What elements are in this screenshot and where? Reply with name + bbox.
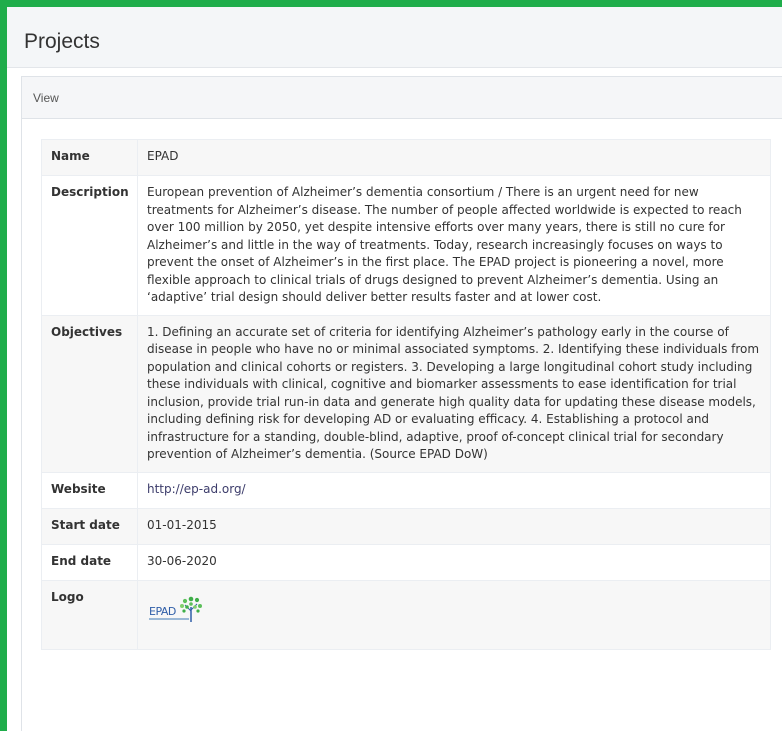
page-title: Projects [24, 30, 100, 53]
panel-heading: View [22, 77, 782, 119]
panel-body: Name EPAD Description European preventio… [22, 119, 782, 650]
table-row-description: Description European prevention of Alzhe… [41, 175, 771, 316]
table-row-logo: Logo EPAD [41, 579, 771, 650]
project-description-value: European prevention of Alzheimer’s demen… [137, 175, 771, 316]
table-row-name: Name EPAD [41, 139, 771, 176]
website-cell: http://ep-ad.org/ [137, 471, 771, 509]
row-label: Logo [41, 579, 138, 650]
page-header: Projects [7, 7, 782, 68]
table-row-objectives: Objectives 1. Defining an accurate set o… [41, 314, 771, 473]
project-objectives-value: 1. Defining an accurate set of criteria … [137, 314, 771, 473]
view-panel: View Name EPAD Description European prev… [21, 76, 782, 731]
start-date-value: 01-01-2015 [137, 507, 771, 545]
epad-tree-logo-icon [180, 596, 202, 622]
project-name-value: EPAD [137, 139, 771, 176]
app-frame: Projects View Name EPAD Description Euro… [0, 0, 782, 731]
end-date-value: 30-06-2020 [137, 543, 771, 581]
table-row-website: Website http://ep-ad.org/ [41, 471, 771, 509]
table-row-end-date: End date 30-06-2020 [41, 543, 771, 581]
row-label: Name [41, 139, 138, 176]
project-details-table: Name EPAD Description European preventio… [41, 139, 771, 650]
logo-cell: EPAD [137, 579, 771, 650]
project-logo: EPAD [147, 593, 205, 633]
row-label: Objectives [41, 314, 138, 473]
table-row-start-date: Start date 01-01-2015 [41, 507, 771, 545]
website-link[interactable]: http://ep-ad.org/ [147, 482, 246, 496]
row-label: Website [41, 471, 138, 509]
row-label: End date [41, 543, 138, 581]
row-label: Description [41, 175, 138, 316]
row-label: Start date [41, 507, 138, 545]
